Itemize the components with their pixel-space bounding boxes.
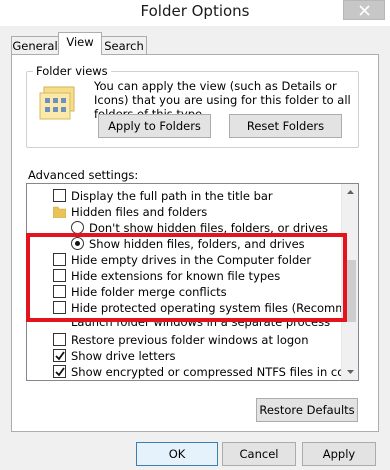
scroll-down-icon [347,370,354,374]
checkbox[interactable] [53,253,66,266]
setting-ntfs-color[interactable]: Show encrypted or compressed NTFS files … [27,364,358,380]
checkbox-checked[interactable] [53,365,66,378]
advanced-settings-label: Advanced settings: [28,168,139,182]
setting-separate-process[interactable]: Launch folder windows in a separate proc… [27,318,343,330]
title-bar: Folder Options [0,0,390,26]
checkmark-icon [55,351,65,361]
folder-views-label: Folder views [33,64,111,78]
radio-button[interactable] [71,221,84,234]
window-title: Folder Options [140,2,250,20]
setting-restore-windows[interactable]: Restore previous folder windows at logon [27,332,343,348]
tab-general[interactable]: General [11,36,59,56]
scroll-up-icon [347,190,354,194]
scroll-up-button[interactable] [342,184,358,201]
advanced-settings-list: Display the full path in the title bar H… [26,183,359,381]
setting-hide-protected-files[interactable]: Hide protected operating system files (R… [27,300,358,316]
checkbox[interactable] [53,189,66,202]
cancel-button[interactable]: Cancel [222,442,296,466]
close-button[interactable] [343,0,385,20]
setting-dont-show-hidden[interactable]: Don't show hidden files, folders, or dri… [27,220,343,234]
apply-button[interactable]: Apply [302,442,376,466]
checkmark-icon [55,367,65,377]
scrollbar[interactable] [341,184,358,380]
checkbox[interactable] [53,285,66,298]
checkbox[interactable] [53,333,66,346]
radio-button-selected[interactable] [71,237,84,250]
folder-icon [53,206,66,218]
scroll-down-button[interactable] [342,363,358,380]
setting-full-path[interactable]: Display the full path in the title bar [27,188,343,204]
checkbox-checked[interactable] [53,349,66,362]
tab-view[interactable]: View [58,32,102,55]
reset-folders-button[interactable]: Reset Folders [229,114,342,138]
setting-hide-extensions[interactable]: Hide extensions for known file types [27,268,343,284]
folder-options-window: Folder Options General View Search Folde… [0,0,390,470]
setting-show-hidden[interactable]: Show hidden files, folders, and drives [27,236,343,252]
checkbox[interactable] [53,269,66,282]
checkbox[interactable] [53,301,66,314]
apply-to-folders-button[interactable]: Apply to Folders [98,114,211,138]
setting-show-drive-letters[interactable]: Show drive letters [27,348,343,364]
restore-defaults-button[interactable]: Restore Defaults [256,398,358,422]
folder-views-icon [39,86,75,120]
setting-hide-empty-drives[interactable]: Hide empty drives in the Computer folder [27,252,343,268]
close-icon [359,5,370,16]
tab-search[interactable]: Search [101,36,147,56]
setting-hide-merge-conflicts[interactable]: Hide folder merge conflicts [27,284,343,300]
ok-button[interactable]: OK [136,442,218,466]
scroll-thumb[interactable] [344,260,356,322]
hidden-files-category: Hidden files and folders [27,204,343,220]
